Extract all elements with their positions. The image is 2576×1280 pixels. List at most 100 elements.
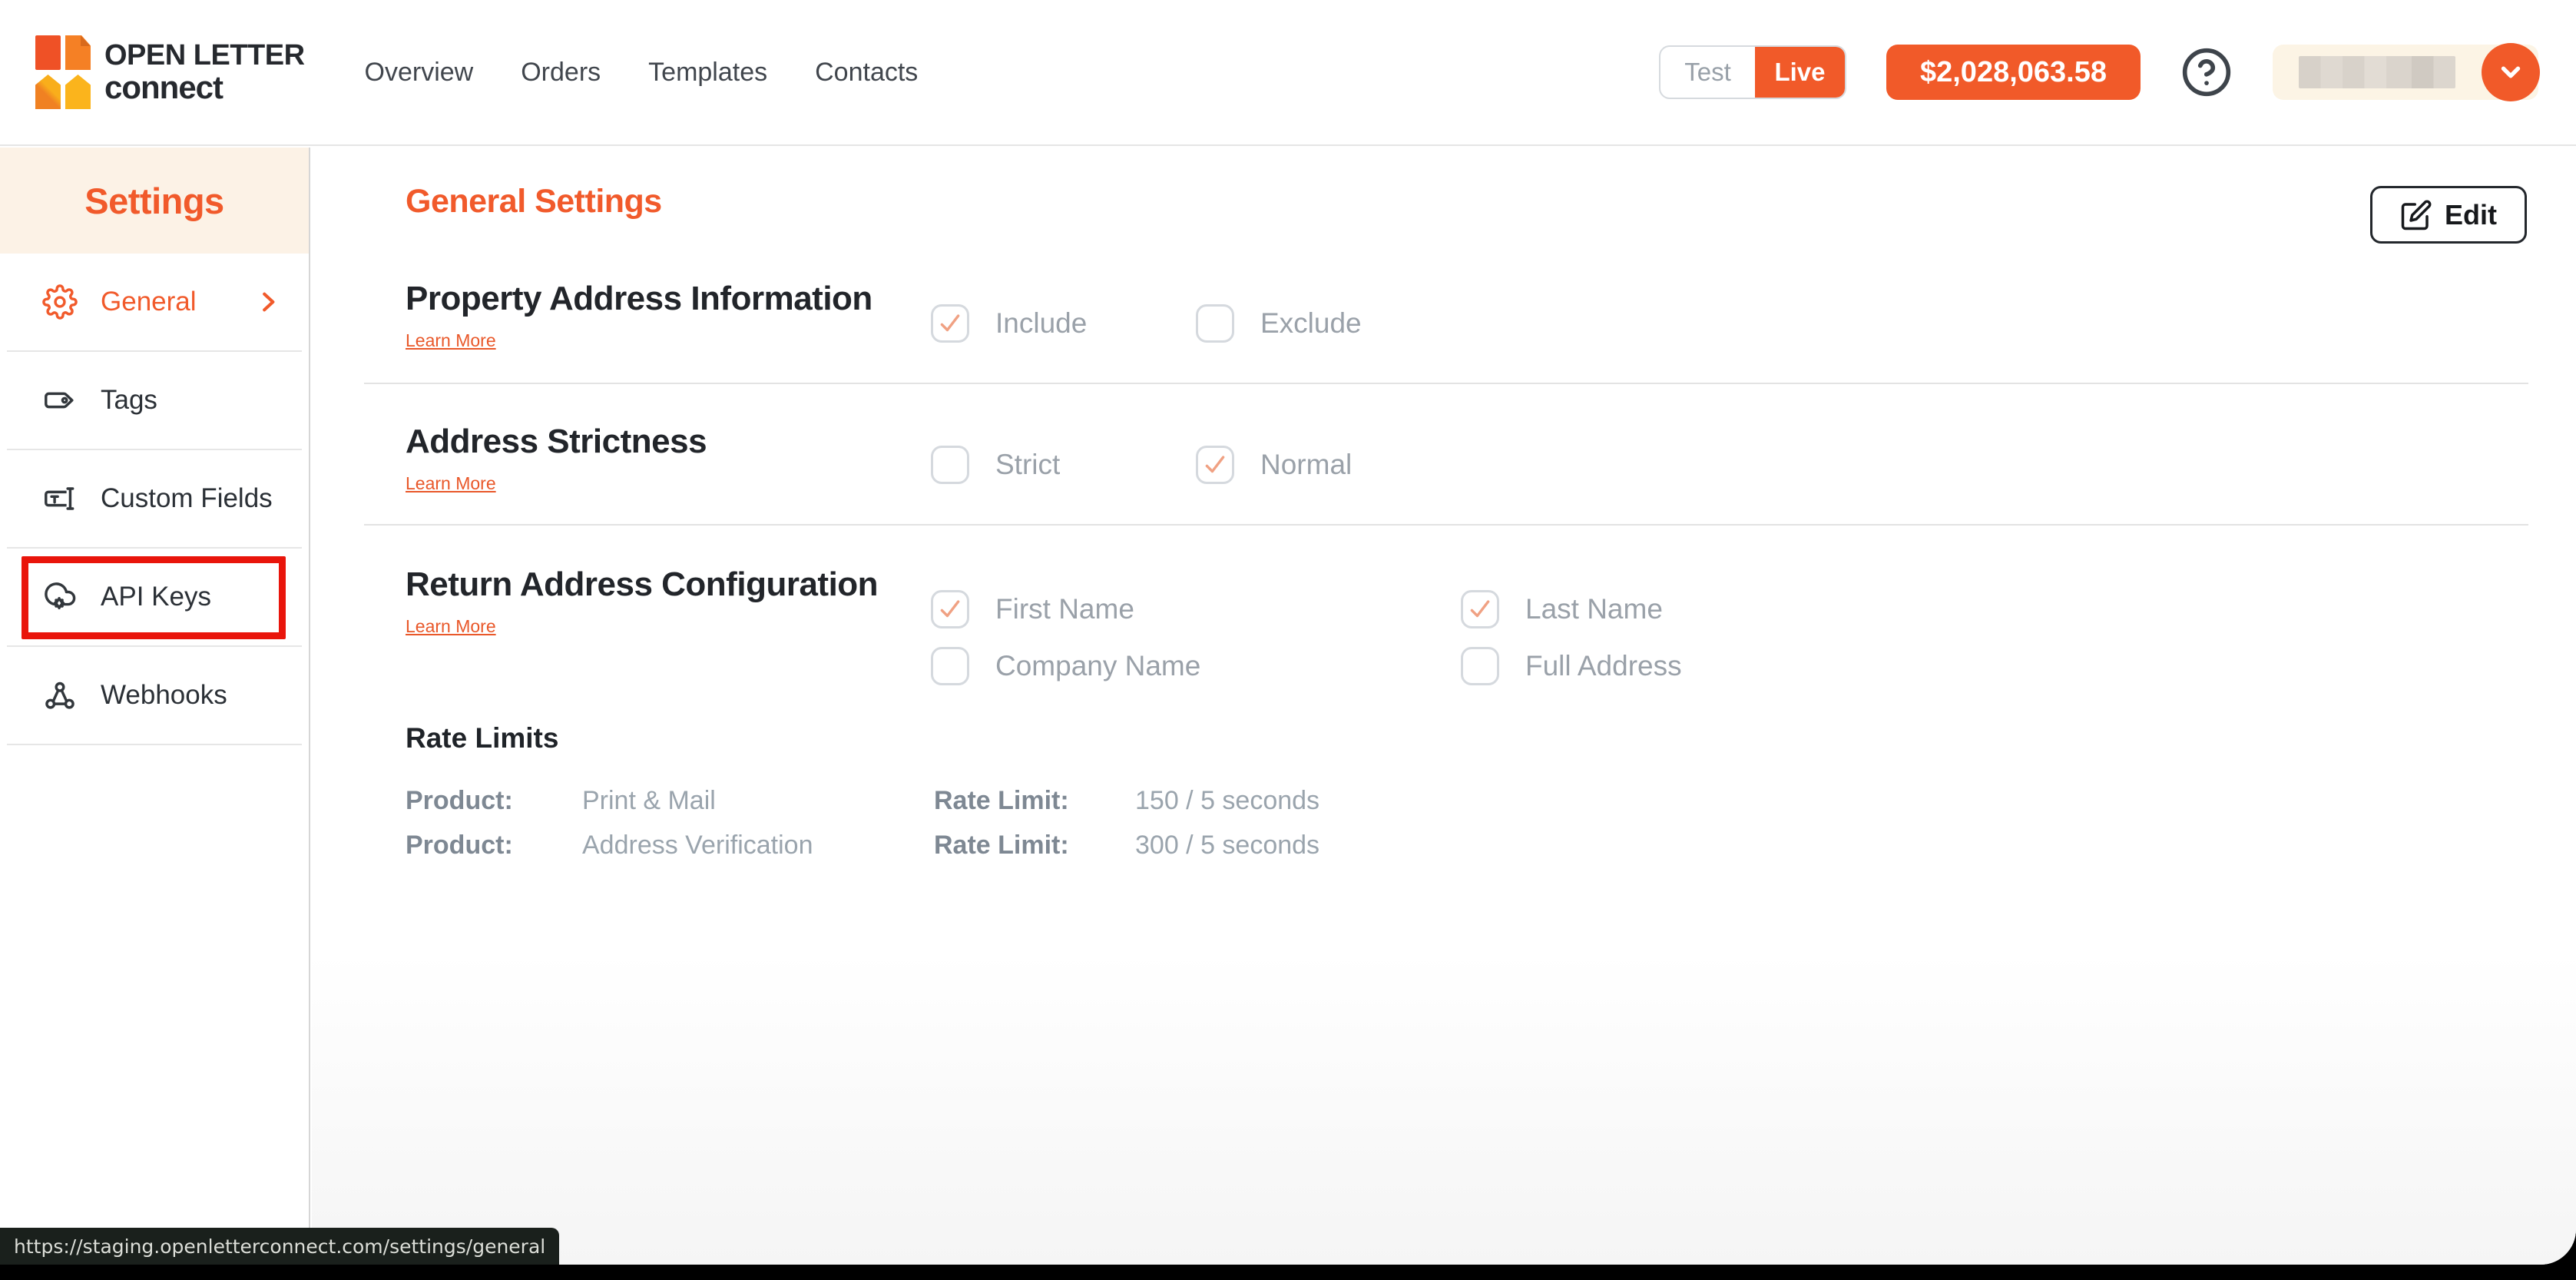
product-label: Product: <box>406 785 582 816</box>
exclude-checkbox[interactable] <box>1196 304 1234 343</box>
rate-limit-row: Product: Address Verification Rate Limit… <box>406 830 1319 861</box>
learn-more-link[interactable]: Learn More <box>406 616 496 637</box>
help-icon[interactable] <box>2180 46 2233 98</box>
option-first-name: First Name <box>931 590 1134 628</box>
section-heading: Return Address Configuration <box>406 565 878 604</box>
test-live-toggle[interactable]: Test Live <box>1659 45 1846 99</box>
rate-limit-label: Rate Limit: <box>934 830 1135 861</box>
rate-limits-heading: Rate Limits <box>406 722 558 754</box>
product-value: Address Verification <box>582 830 934 861</box>
include-checkbox[interactable] <box>931 304 969 343</box>
browser-viewport: OPEN LETTER connect Overview Orders Temp… <box>0 0 2576 1265</box>
user-name-redacted <box>2299 56 2455 88</box>
full-address-checkbox[interactable] <box>1461 647 1499 685</box>
rate-limit-label: Rate Limit: <box>934 785 1135 816</box>
sidebar-item-general[interactable]: General <box>0 254 309 350</box>
learn-more-link[interactable]: Learn More <box>406 473 496 494</box>
toggle-test[interactable]: Test <box>1660 47 1755 98</box>
section-address-strictness: Address Strictness Learn More <box>406 423 707 494</box>
gear-icon <box>42 284 78 320</box>
learn-more-link[interactable]: Learn More <box>406 330 496 351</box>
option-label: Last Name <box>1525 593 1663 625</box>
option-exclude: Exclude <box>1196 304 1362 343</box>
user-menu[interactable] <box>2273 45 2538 100</box>
logo[interactable]: OPEN LETTER connect <box>35 35 305 109</box>
header-right-cluster: Test Live $2,028,063.58 <box>1659 45 2538 100</box>
settings-sidebar: Settings General Tags <box>0 148 310 1265</box>
status-url: https://staging.openletterconnect.com/se… <box>14 1235 545 1258</box>
sidebar-item-label: Custom Fields <box>101 483 273 514</box>
user-dropdown-button[interactable] <box>2482 43 2540 101</box>
main-nav: Overview Orders Templates Contacts <box>365 58 919 88</box>
option-label: Strict <box>995 449 1060 481</box>
check-icon <box>1467 596 1493 622</box>
sidebar-item-tags[interactable]: Tags <box>0 352 309 449</box>
nav-orders[interactable]: Orders <box>521 58 601 88</box>
sidebar-item-custom-fields[interactable]: Custom Fields <box>0 450 309 547</box>
option-strict: Strict <box>931 446 1060 484</box>
option-company-name: Company Name <box>931 647 1200 685</box>
top-header: OPEN LETTER connect Overview Orders Temp… <box>0 0 2576 146</box>
logo-tile-document <box>65 35 91 70</box>
logo-text: OPEN LETTER connect <box>104 41 305 104</box>
option-full-address: Full Address <box>1461 647 1682 685</box>
divider <box>7 744 302 745</box>
sidebar-item-label: General <box>101 287 197 317</box>
edit-button[interactable]: Edit <box>2370 186 2527 244</box>
logo-line1: OPEN LETTER <box>104 41 305 70</box>
section-property-address: Property Address Information Learn More <box>406 280 872 351</box>
status-bar: https://staging.openletterconnect.com/se… <box>0 1228 559 1265</box>
normal-checkbox[interactable] <box>1196 446 1234 484</box>
text-field-icon <box>42 481 78 516</box>
check-icon <box>937 596 963 622</box>
section-return-address: Return Address Configuration Learn More <box>406 565 878 637</box>
general-settings-panel: General Settings Edit Property Address I… <box>312 148 2576 1265</box>
sidebar-item-label: Tags <box>101 385 157 416</box>
sidebar-header: Settings <box>0 148 309 254</box>
logo-tile-house-yellow <box>65 75 91 109</box>
product-label: Product: <box>406 830 582 861</box>
rate-limit-row: Product: Print & Mail Rate Limit: 150 / … <box>406 785 1319 816</box>
rate-limit-value: 300 / 5 seconds <box>1135 830 1319 861</box>
logo-mark-icon <box>35 35 91 109</box>
rate-limit-value: 150 / 5 seconds <box>1135 785 1319 816</box>
last-name-checkbox[interactable] <box>1461 590 1499 628</box>
sidebar-item-webhooks[interactable]: Webhooks <box>0 647 309 744</box>
sidebar-item-label: Webhooks <box>101 680 227 711</box>
chevron-down-icon <box>2496 58 2525 87</box>
section-heading: Address Strictness <box>406 423 707 461</box>
toggle-live[interactable]: Live <box>1755 47 1845 98</box>
check-icon <box>937 310 963 337</box>
app-page: OPEN LETTER connect Overview Orders Temp… <box>0 0 2576 1280</box>
nav-templates[interactable]: Templates <box>648 58 767 88</box>
option-label: Full Address <box>1525 650 1682 682</box>
edit-pencil-icon <box>2400 199 2432 231</box>
first-name-checkbox[interactable] <box>931 590 969 628</box>
option-label: Include <box>995 307 1087 340</box>
company-name-checkbox[interactable] <box>931 647 969 685</box>
tag-icon <box>42 383 78 418</box>
logo-tile-house-orange <box>35 75 61 109</box>
option-label: Company Name <box>995 650 1200 682</box>
webhook-icon <box>42 678 78 713</box>
section-divider <box>364 383 2528 384</box>
nav-overview[interactable]: Overview <box>365 58 474 88</box>
sidebar-item-api-keys[interactable]: API Keys <box>0 549 309 645</box>
page-title: General Settings <box>406 183 662 221</box>
logo-tile-red <box>35 35 61 70</box>
sidebar-item-label: API Keys <box>101 582 211 612</box>
logo-line2: connect <box>104 71 305 104</box>
option-last-name: Last Name <box>1461 590 1663 628</box>
option-label: First Name <box>995 593 1134 625</box>
edit-button-label: Edit <box>2445 199 2497 231</box>
strict-checkbox[interactable] <box>931 446 969 484</box>
option-label: Exclude <box>1260 307 1362 340</box>
option-include: Include <box>931 304 1087 343</box>
nav-contacts[interactable]: Contacts <box>815 58 918 88</box>
product-value: Print & Mail <box>582 785 934 816</box>
balance-button[interactable]: $2,028,063.58 <box>1886 45 2141 100</box>
option-normal: Normal <box>1196 446 1352 484</box>
sidebar-title: Settings <box>84 180 223 222</box>
cloud-gear-icon <box>42 579 78 615</box>
check-icon <box>1202 452 1228 478</box>
